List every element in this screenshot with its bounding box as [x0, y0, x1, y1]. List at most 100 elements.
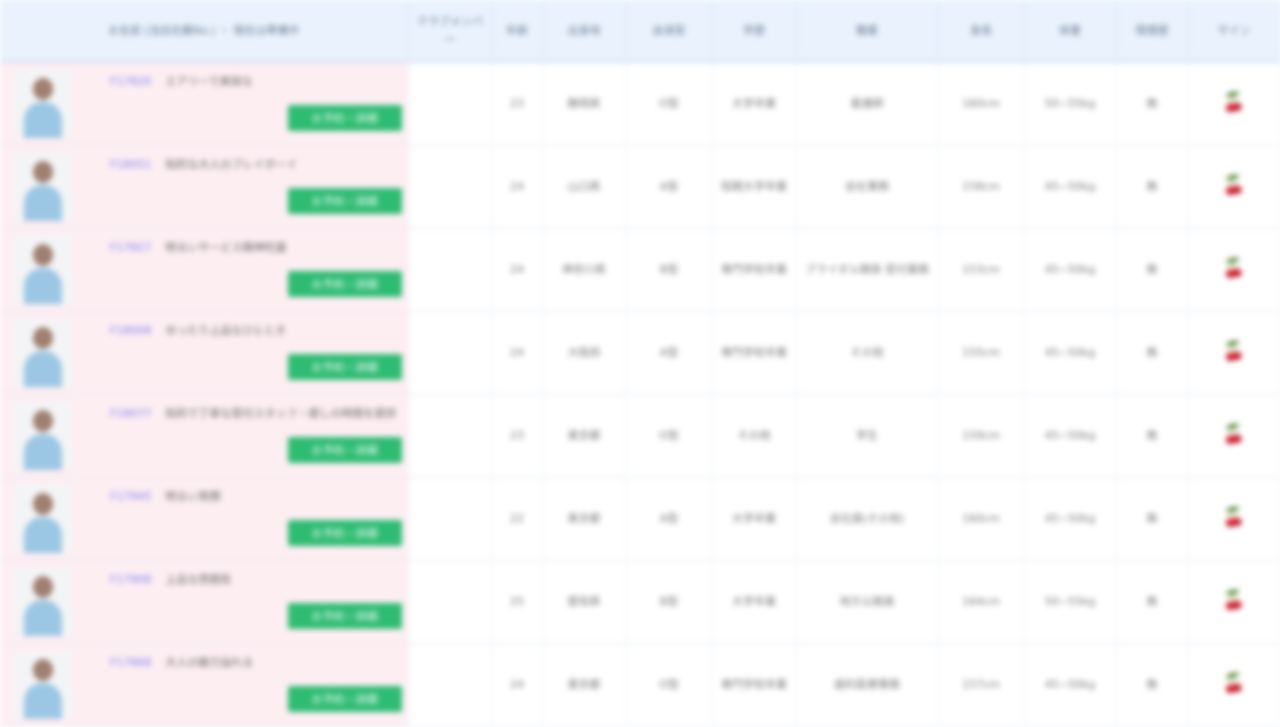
cast-photo[interactable] — [14, 485, 72, 553]
blood-cell: A型 — [626, 311, 713, 395]
table-row[interactable]: F18008 ゆったり上品なひととき お予約・詳細 24 大阪府 A型 専門学校卒業 その他 1… — [0, 311, 1280, 395]
age-cell: 25 — [492, 560, 543, 644]
club-member-cell — [408, 228, 493, 312]
sign-cell: 🍒 — [1188, 560, 1280, 644]
reserve-button[interactable]: お予約・詳細 — [287, 354, 402, 380]
birthplace-cell: 愛知県 — [542, 560, 627, 644]
cast-photo[interactable] — [14, 651, 72, 719]
reserve-button[interactable]: お予約・詳細 — [287, 188, 402, 214]
table-row[interactable]: F17827 明るいサービス精神旺盛 お予約・詳細 24 神奈川県 B型 専門学校卒業 ブライ… — [0, 228, 1280, 312]
reserve-button[interactable]: お予約・詳細 — [287, 520, 402, 546]
cast-photo[interactable] — [14, 568, 72, 636]
smoking-cell: 無 — [1116, 643, 1189, 727]
cast-photo[interactable] — [14, 319, 72, 387]
sign-cell: 🍒 — [1188, 228, 1280, 312]
birthplace-cell: 東京都 — [542, 477, 627, 561]
cherry-icon[interactable]: 🍒 — [1223, 175, 1245, 196]
header-job: 職業 — [796, 0, 939, 63]
job-cell: 会社事務 — [796, 145, 939, 229]
blood-cell: O型 — [626, 643, 713, 727]
reserve-button[interactable]: お予約・詳細 — [287, 686, 402, 712]
age-cell: 24 — [492, 311, 543, 395]
smoking-cell: 無 — [1116, 311, 1189, 395]
header-smoking: 喫煙歴 — [1116, 0, 1189, 63]
cherry-icon[interactable]: 🍒 — [1223, 341, 1245, 362]
height-cell: 158cm — [938, 145, 1025, 229]
table-row[interactable]: F17868 大人の魅力溢れる お予約・詳細 24 東京都 O型 専門学校卒業 歯科医療事務 1… — [0, 643, 1280, 727]
cast-photo[interactable] — [14, 70, 72, 138]
blood-cell: O型 — [626, 62, 713, 146]
cast-photo[interactable] — [14, 402, 72, 470]
cast-number-link[interactable]: F17820 — [110, 75, 151, 88]
reserve-button[interactable]: お予約・詳細 — [287, 105, 402, 131]
job-cell: 地方公務員 — [796, 560, 939, 644]
club-member-cell — [408, 62, 493, 146]
reserve-button[interactable]: お予約・詳細 — [287, 271, 402, 297]
weight-cell: 50~55kg — [1024, 62, 1117, 146]
age-cell: 22 — [492, 477, 543, 561]
header-height: 身長 — [938, 0, 1025, 63]
sign-cell: 🍒 — [1188, 477, 1280, 561]
weight-cell: 50~55kg — [1024, 560, 1117, 644]
age-cell: 24 — [492, 228, 543, 312]
cast-number-link[interactable]: F17827 — [110, 241, 151, 254]
cherry-icon[interactable]: 🍒 — [1223, 258, 1245, 279]
cherry-icon[interactable]: 🍒 — [1223, 673, 1245, 694]
job-cell: 看護師 — [796, 62, 939, 146]
birthplace-cell: 大阪府 — [542, 311, 627, 395]
cast-number-link[interactable]: F17868 — [110, 656, 151, 669]
cast-photo[interactable] — [14, 153, 72, 221]
weight-cell: 45~50kg — [1024, 477, 1117, 561]
cast-number-link[interactable]: F18008 — [110, 324, 151, 337]
table-row[interactable]: F17945 明るい笑顔 お予約・詳細 22 東京都 A型 大学卒業 会社員(その他) 160c… — [0, 477, 1280, 561]
header-age: 年齢 — [492, 0, 543, 63]
height-cell: 153cm — [938, 228, 1025, 312]
reserve-button[interactable]: お予約・詳細 — [287, 603, 402, 629]
cast-catchphrase: 大人の魅力溢れる — [165, 656, 254, 669]
cast-photo[interactable] — [14, 236, 72, 304]
job-cell: 学生 — [796, 394, 939, 478]
sign-cell: 🍒 — [1188, 643, 1280, 727]
weight-cell: 45~50kg — [1024, 228, 1117, 312]
reserve-button[interactable]: お予約・詳細 — [287, 437, 402, 463]
cast-number-link[interactable]: F17945 — [110, 490, 151, 503]
cherry-icon[interactable]: 🍒 — [1223, 507, 1245, 528]
cast-catchphrase: 明るい笑顔 — [165, 490, 221, 503]
job-cell: その他 — [796, 311, 939, 395]
sign-cell: 🍒 — [1188, 394, 1280, 478]
header-sign: サイン — [1188, 0, 1280, 63]
height-cell: 155cm — [938, 311, 1025, 395]
header-club-member: クラブメンバー — [408, 0, 493, 63]
education-cell: 大学卒業 — [712, 477, 797, 561]
blood-cell: A型 — [626, 145, 713, 229]
weight-cell: 45~50kg — [1024, 145, 1117, 229]
cherry-icon[interactable]: 🍒 — [1223, 424, 1245, 445]
age-cell: 23 — [492, 62, 543, 146]
table-row[interactable]: F17820 エアリーで爽快な お予約・詳細 23 静岡県 O型 大学卒業 看護師 160cm 5… — [0, 62, 1280, 146]
table-header-row: お名前 (当店在籍No.) ・ 現在は準備中 クラブメンバー 年齢 出身地 血液… — [0, 0, 1280, 63]
cherry-icon[interactable]: 🍒 — [1223, 92, 1245, 113]
name-cell: F18008 ゆったり上品なひととき お予約・詳細 — [0, 311, 409, 395]
education-cell: その他 — [712, 394, 797, 478]
education-cell: 短期大学卒業 — [712, 145, 797, 229]
name-cell: F17945 明るい笑顔お予約・詳細 — [0, 477, 409, 561]
table-row[interactable]: F18051 知的な大人のプレイボーイ お予約・詳細 24 山口県 A型 短期大学卒業 会社事… — [0, 145, 1280, 229]
job-cell: 会社員(その他) — [796, 477, 939, 561]
smoking-cell: 無 — [1116, 145, 1189, 229]
cast-number-link[interactable]: F18077 — [110, 407, 151, 420]
table-row[interactable]: F18077 知的で丁寧な受付スタッフ・癒しの時間を提供 お予約・詳細 23 東京都 O型… — [0, 394, 1280, 478]
club-member-cell — [408, 311, 493, 395]
cherry-icon[interactable]: 🍒 — [1223, 590, 1245, 611]
name-cell: F18051 知的な大人のプレイボーイ お予約・詳細 — [0, 145, 409, 229]
cast-catchphrase: 明るいサービス精神旺盛 — [165, 241, 287, 254]
blood-cell: A型 — [626, 477, 713, 561]
height-cell: 160cm — [938, 62, 1025, 146]
name-cell: F18077 知的で丁寧な受付スタッフ・癒しの時間を提供 お予約・詳細 — [0, 394, 409, 478]
blood-cell: B型 — [626, 560, 713, 644]
sign-cell: 🍒 — [1188, 145, 1280, 229]
cast-number-link[interactable]: F17908 — [110, 573, 151, 586]
cast-number-link[interactable]: F18051 — [110, 158, 151, 171]
table-row[interactable]: F17908 上品な雰囲気 お予約・詳細 25 愛知県 B型 大学卒業 地方公務員 164cm 5… — [0, 560, 1280, 644]
club-member-cell — [408, 643, 493, 727]
smoking-cell: 無 — [1116, 394, 1189, 478]
